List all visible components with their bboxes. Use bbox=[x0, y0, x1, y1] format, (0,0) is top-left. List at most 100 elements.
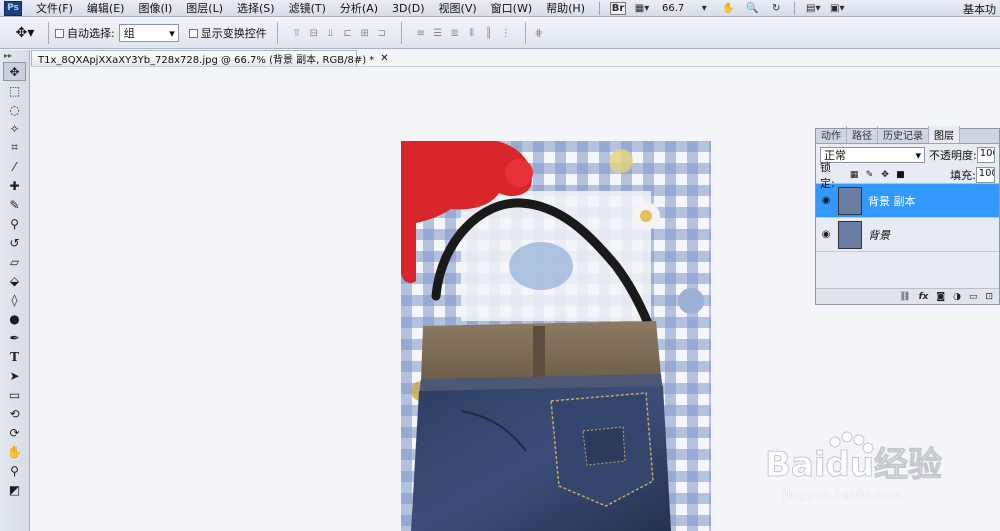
document-tab[interactable]: T1x_8QXApjXXaXY3Yb_728x728.jpg @ 66.7% (… bbox=[31, 50, 389, 66]
fill-input[interactable]: 100 bbox=[975, 166, 995, 183]
layer-thumbnail bbox=[838, 186, 862, 215]
marquee-tool-icon[interactable]: ⬚ bbox=[0, 81, 29, 100]
layer-row[interactable]: ◉ 背景 副本 bbox=[816, 184, 999, 218]
tab-layers[interactable]: 图层 bbox=[929, 126, 960, 143]
options-divider bbox=[48, 22, 49, 44]
pen-tool-icon[interactable]: ✒ bbox=[0, 328, 29, 347]
distribute-vcenter-icon[interactable]: ☰ bbox=[431, 26, 445, 40]
visibility-eye-icon[interactable]: ◉ bbox=[816, 195, 836, 206]
screen-mode-icon[interactable]: ▣▾ bbox=[829, 2, 845, 15]
menu-select[interactable]: 选择(S) bbox=[231, 0, 283, 16]
menu-help[interactable]: 帮助(H) bbox=[540, 0, 593, 16]
align-left-icon[interactable]: ⊏ bbox=[341, 26, 355, 40]
menu-edit[interactable]: 编辑(E) bbox=[81, 0, 133, 16]
align-right-icon[interactable]: ⊐ bbox=[375, 26, 389, 40]
zoom-dropdown-icon[interactable]: ▾ bbox=[696, 2, 712, 15]
show-transform-checkbox[interactable]: 显示变换控件 bbox=[188, 25, 267, 41]
menu-filter[interactable]: 滤镜(T) bbox=[283, 0, 334, 16]
add-mask-icon[interactable]: ◙ bbox=[936, 292, 945, 302]
document-image[interactable] bbox=[401, 141, 711, 531]
new-group-icon[interactable]: ▭ bbox=[969, 292, 978, 302]
shape-tool-icon[interactable]: ▭ bbox=[0, 385, 29, 404]
lock-all-icon[interactable]: ■ bbox=[895, 169, 906, 181]
view-extras-button[interactable]: ▦▾ bbox=[634, 2, 650, 15]
move-tool-icon[interactable]: ✥ bbox=[3, 62, 26, 81]
history-brush-tool-icon[interactable]: ↺ bbox=[0, 233, 29, 252]
checkbox-box[interactable] bbox=[55, 28, 64, 38]
lock-row: 锁定: ▦ ✎ ✥ ■ 填充: 100 bbox=[816, 161, 999, 190]
show-transform-label: 显示变换控件 bbox=[200, 27, 267, 40]
brush-tool-icon[interactable]: ✎ bbox=[0, 195, 29, 214]
menu-separator bbox=[598, 1, 600, 15]
healing-brush-tool-icon[interactable]: ✚ bbox=[0, 176, 29, 195]
auto-select-label: 自动选择: bbox=[67, 27, 115, 40]
zoom-level[interactable]: 66.7 bbox=[662, 3, 684, 14]
lock-position-icon[interactable]: ✥ bbox=[879, 169, 890, 181]
chevron-down-icon: ▾ bbox=[169, 26, 175, 40]
move-tool-preset-icon[interactable]: ✥▾ bbox=[8, 21, 42, 45]
zoom-tool-icon[interactable]: ⚲ bbox=[0, 461, 29, 480]
auto-select-checkbox[interactable]: 自动选择: bbox=[55, 25, 115, 41]
menu-file[interactable]: 文件(F) bbox=[30, 0, 81, 16]
type-tool-icon[interactable]: T bbox=[0, 347, 29, 366]
distribute-right-icon[interactable]: ⋮ bbox=[499, 26, 513, 40]
new-layer-icon[interactable]: ⊡ bbox=[985, 292, 993, 302]
hand-tool-icon[interactable]: ✋ bbox=[0, 442, 29, 461]
auto-select-dropdown[interactable]: 组 ▾ bbox=[118, 24, 179, 42]
panel-tabs: 动作 路径 历史记录 图层 bbox=[816, 126, 999, 144]
blur-tool-icon[interactable]: ◊ bbox=[0, 290, 29, 309]
distribute-hcenter-icon[interactable]: ║ bbox=[482, 26, 496, 40]
link-layers-icon[interactable]: ⛓ bbox=[899, 292, 910, 302]
menu-view[interactable]: 视图(V) bbox=[433, 0, 485, 16]
tab-history[interactable]: 历史记录 bbox=[878, 126, 929, 143]
tab-actions[interactable]: 动作 bbox=[816, 126, 847, 143]
crop-tool-icon[interactable]: ⌗ bbox=[0, 138, 29, 157]
menu-layer[interactable]: 图层(L) bbox=[180, 0, 231, 16]
menu-analysis[interactable]: 分析(A) bbox=[334, 0, 386, 16]
toolbox-collapse-icon[interactable]: ▸▸ bbox=[0, 50, 29, 62]
menu-image[interactable]: 图像(I) bbox=[132, 0, 180, 16]
layer-name: 背景 bbox=[868, 228, 890, 242]
clone-stamp-tool-icon[interactable]: ⚲ bbox=[0, 214, 29, 233]
workspace-switcher[interactable]: 基本功 bbox=[963, 1, 996, 17]
close-icon[interactable]: ✕ bbox=[380, 53, 388, 64]
zoom-tool-icon[interactable]: 🔍 bbox=[744, 2, 760, 15]
3d-rotate-tool-icon[interactable]: ⟲ bbox=[0, 404, 29, 423]
align-vcenter-icon[interactable]: ⊟ bbox=[307, 26, 321, 40]
menu-bar: Ps 文件(F) 编辑(E) 图像(I) 图层(L) 选择(S) 滤镜(T) 分… bbox=[0, 0, 1000, 17]
magic-wand-tool-icon[interactable]: ✧ bbox=[0, 119, 29, 138]
lasso-tool-icon[interactable]: ◌ bbox=[0, 100, 29, 119]
distribute-bottom-icon[interactable]: ≣ bbox=[448, 26, 462, 40]
paint-bucket-tool-icon[interactable]: ⬙ bbox=[0, 271, 29, 290]
lock-pixels-icon[interactable]: ✎ bbox=[864, 169, 875, 181]
align-hcenter-icon[interactable]: ⊞ bbox=[358, 26, 372, 40]
layer-style-icon[interactable]: fx bbox=[919, 292, 929, 302]
align-bottom-icon[interactable]: ⫫ bbox=[324, 26, 338, 40]
3d-orbit-tool-icon[interactable]: ⟳ bbox=[0, 423, 29, 442]
auto-align-icon[interactable]: ⋕ bbox=[532, 26, 546, 40]
distribute-left-icon[interactable]: ⦀ bbox=[465, 26, 479, 40]
checkbox-box[interactable] bbox=[188, 28, 198, 38]
menu-window[interactable]: 窗口(W) bbox=[485, 0, 540, 16]
watermark-url: jingyan.baidu.com bbox=[783, 488, 903, 502]
visibility-eye-icon[interactable]: ◉ bbox=[816, 229, 836, 240]
lock-transparency-icon[interactable]: ▦ bbox=[848, 169, 859, 181]
eyedropper-tool-icon[interactable]: ⁄ bbox=[0, 157, 29, 176]
distribute-top-icon[interactable]: ≡ bbox=[414, 26, 428, 40]
eraser-tool-icon[interactable]: ▱ bbox=[0, 252, 29, 271]
hand-tool-icon[interactable]: ✋ bbox=[720, 2, 736, 15]
photoshop-logo: Ps bbox=[4, 0, 22, 16]
rotate-view-icon[interactable]: ↻ bbox=[768, 2, 784, 15]
layer-row[interactable]: ◉ 背景 bbox=[816, 218, 999, 252]
path-selection-tool-icon[interactable]: ➤ bbox=[0, 366, 29, 385]
opacity-input[interactable]: 100 bbox=[976, 147, 995, 163]
dodge-tool-icon[interactable]: ● bbox=[0, 309, 29, 328]
bridge-button[interactable]: Br bbox=[609, 1, 626, 15]
adjustment-layer-icon[interactable]: ◑ bbox=[953, 292, 961, 302]
color-swatches-icon[interactable]: ◩ bbox=[0, 480, 29, 499]
options-divider bbox=[276, 22, 278, 44]
arrange-documents-icon[interactable]: ▤▾ bbox=[805, 2, 821, 15]
align-top-icon[interactable]: ⫪ bbox=[290, 26, 304, 40]
menu-3d[interactable]: 3D(D) bbox=[386, 2, 433, 15]
tab-paths[interactable]: 路径 bbox=[847, 126, 878, 143]
